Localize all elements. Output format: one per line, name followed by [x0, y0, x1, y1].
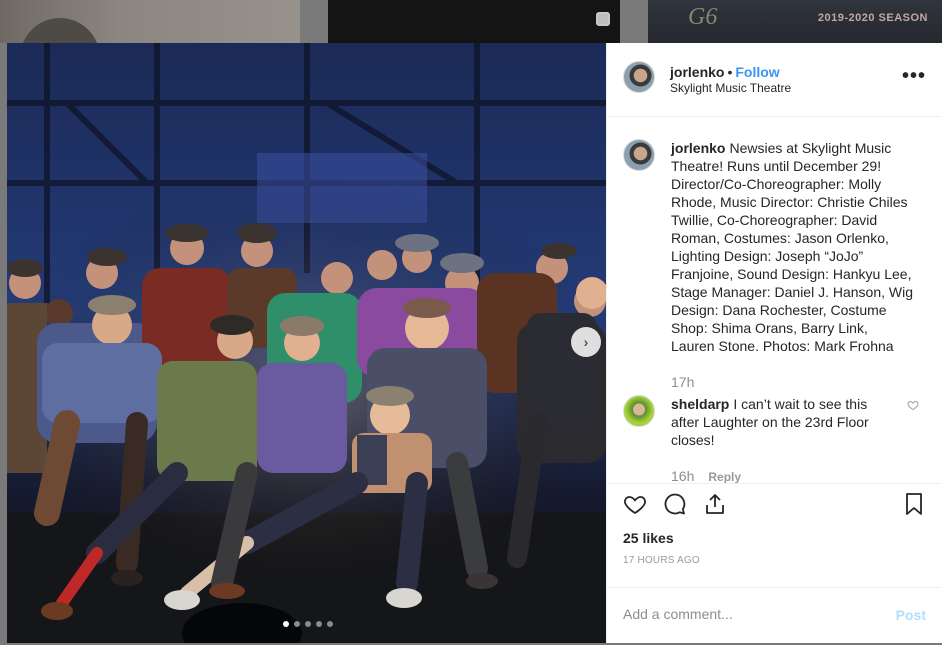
carousel-dot: [305, 621, 311, 627]
comment-composer: Post: [607, 587, 942, 643]
post-sidebar: jorlenko • Follow Skylight Music Theatre •…: [606, 43, 942, 643]
comments-list[interactable]: jorlenko Newsies at Skylight Music Theatr…: [607, 117, 942, 486]
stage-photo-illustration: [7, 43, 606, 643]
author-username[interactable]: jorlenko: [670, 64, 724, 80]
carousel-dot-active: [283, 621, 289, 627]
comment-input[interactable]: [623, 606, 873, 622]
carousel-dot: [327, 621, 333, 627]
caption-body: jorlenko Newsies at Skylight Music Theatr…: [671, 139, 915, 391]
separator-bullet: •: [727, 64, 733, 80]
post-comment-button[interactable]: Post: [896, 607, 926, 623]
comment-time[interactable]: 16h: [671, 468, 694, 484]
comment-bubble-icon[interactable]: [663, 492, 687, 516]
feed-gap: [620, 0, 648, 43]
commenter-username[interactable]: sheldarp: [671, 396, 729, 412]
caption-meta: 17h: [671, 373, 915, 391]
carousel-dot: [294, 621, 300, 627]
next-photo-button[interactable]: ›: [571, 327, 601, 357]
author-avatar[interactable]: [623, 61, 655, 93]
post-actions: 25 likes 17 HOURS AGO: [607, 483, 942, 587]
save-bookmark-icon[interactable]: [902, 492, 926, 516]
feed-thumbnail-2[interactable]: [328, 0, 620, 43]
post-header: jorlenko • Follow Skylight Music Theatre •…: [607, 43, 942, 117]
feed-thumbnail-3[interactable]: G6 2019-2020 SEASON: [648, 0, 942, 43]
comment-like-icon[interactable]: [907, 399, 919, 414]
chevron-right-icon: ›: [583, 334, 589, 350]
more-options-icon[interactable]: •••: [902, 65, 926, 88]
caption-username[interactable]: jorlenko: [671, 140, 725, 156]
carousel-indicator: [283, 621, 333, 627]
season-text: 2019-2020 SEASON: [817, 12, 928, 24]
post-location[interactable]: Skylight Music Theatre: [670, 81, 791, 95]
commenter-avatar[interactable]: [623, 395, 655, 427]
likes-count[interactable]: 25 likes: [623, 530, 674, 546]
share-icon[interactable]: [703, 492, 727, 516]
caption-avatar[interactable]: [623, 139, 655, 171]
author-line: jorlenko • Follow: [670, 64, 780, 80]
carousel-dot: [316, 621, 322, 627]
follow-button[interactable]: Follow: [735, 64, 779, 80]
like-heart-icon[interactable]: [623, 492, 647, 516]
multiple-photos-icon: [596, 12, 610, 26]
caption-text: Newsies at Skylight Music Theatre! Runs …: [671, 140, 914, 354]
action-icons: [623, 492, 727, 516]
thumbnail-figure: [20, 18, 100, 43]
post-photo[interactable]: ›: [7, 43, 606, 643]
post-timestamp[interactable]: 17 HOURS AGO: [623, 555, 700, 566]
comment-body: sheldarp I can’t wait to see this after L…: [671, 395, 891, 486]
reply-button[interactable]: Reply: [708, 470, 741, 484]
skylight-logo: G6: [688, 4, 718, 30]
caption-time[interactable]: 17h: [671, 374, 694, 390]
post-modal: › jorlenko • Follow Skylight Music Theatre…: [7, 43, 942, 643]
feed-thumbnail-1[interactable]: [0, 0, 300, 43]
